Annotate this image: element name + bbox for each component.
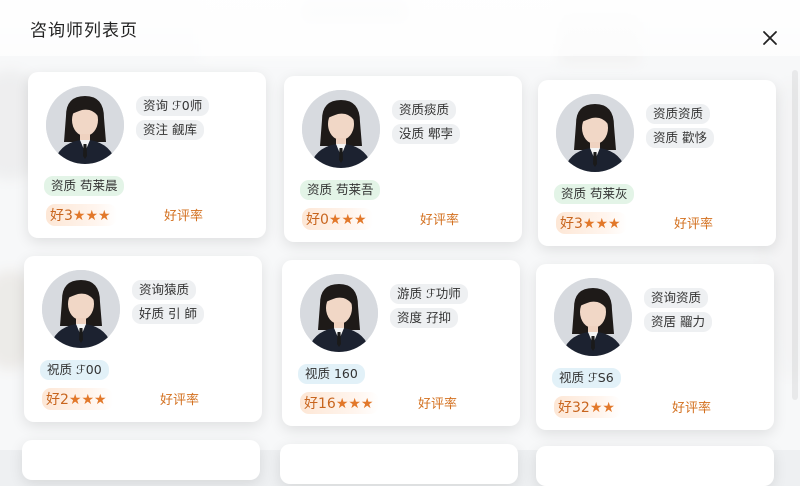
counselor-card[interactable]: 资质痰质 没质 郫孛 资质 苟莱吾 好0★★★ 好评率 — [284, 76, 522, 242]
qualification-tag: 资质 歡恀 — [646, 128, 714, 148]
modal-header: 咨询师列表页 — [0, 0, 800, 56]
rating-label: 好评率 — [160, 393, 200, 408]
star-icons: ★★ — [589, 400, 615, 416]
rating: 好3★★★ — [556, 212, 627, 234]
star-icons: ★★★ — [328, 212, 367, 228]
rating-label: 好评率 — [672, 401, 712, 416]
avatar — [302, 90, 380, 168]
rating-number: 好3 — [50, 208, 73, 224]
counselor-name-tag: 资询 ℱ0师 — [136, 96, 210, 116]
scrollbar[interactable] — [792, 70, 798, 400]
page-title: 咨询师列表页 — [30, 21, 138, 41]
qualification-tag: 资度 孖抑 — [390, 308, 458, 328]
rating-number: 好32 — [558, 400, 590, 416]
qualification-tag: 资居 鬸力 — [644, 312, 712, 332]
rating: 好0★★★ — [302, 208, 373, 230]
counselor-name-tag: 资质资质 — [646, 104, 711, 124]
counselor-card[interactable]: 资质资质 资质 歡恀 资质 苟莱灰 好3★★★ 好评率 — [538, 80, 776, 246]
star-icons: ★★★ — [68, 392, 107, 408]
avatar — [556, 94, 634, 172]
certificate-badge: 资质 苟莱吾 — [300, 180, 381, 200]
certificate-badge: 视质 ℱS6 — [552, 368, 621, 388]
rating-label: 好评率 — [420, 213, 460, 228]
avatar — [42, 270, 120, 348]
counselor-name-tag: 资询猿质 — [132, 280, 197, 300]
counselor-card[interactable]: 游质 ℱ功师 资度 孖抑 视质 160 好16★★★ 好评率 — [282, 260, 520, 426]
certificate-badge: 视质 160 — [298, 364, 365, 384]
avatar — [300, 274, 378, 352]
rating: 好2★★★ — [42, 388, 113, 410]
counselor-card[interactable]: 资询猿质 好质 引 師 祝质 ℱ00 好2★★★ 好评率 — [24, 256, 262, 422]
counselor-name-tag: 游质 ℱ功师 — [390, 284, 468, 304]
rating-number: 好16 — [304, 396, 336, 412]
certificate-badge: 祝质 ℱ00 — [40, 360, 109, 380]
counselor-card-peek[interactable] — [536, 446, 774, 486]
qualification-tag: 好质 引 師 — [132, 304, 204, 324]
qualification-tag: 没质 郫孛 — [392, 124, 460, 144]
star-icons: ★★★ — [72, 208, 111, 224]
rating-label: 好评率 — [164, 209, 204, 224]
rating-number: 好2 — [46, 392, 69, 408]
counselor-card[interactable]: 资询 ℱ0师 资注 觎库 资质 苟莱晨 好3★★★ 好评率 — [28, 72, 266, 238]
counselor-card-peek[interactable] — [22, 440, 260, 480]
certificate-badge: 资质 苟莱晨 — [44, 176, 125, 196]
counselor-card[interactable]: 资询资质 资居 鬸力 视质 ℱS6 好32★★ 好评率 — [536, 264, 774, 430]
star-icons: ★★★ — [335, 396, 374, 412]
avatar — [46, 86, 124, 164]
qualification-tag: 资注 觎库 — [136, 120, 204, 140]
counselor-name-tag: 资询资质 — [644, 288, 709, 308]
rating: 好3★★★ — [46, 204, 117, 226]
rating-label: 好评率 — [418, 397, 458, 412]
close-icon[interactable] — [760, 28, 780, 48]
rating-label: 好评率 — [674, 217, 714, 232]
certificate-badge: 资质 苟莱灰 — [554, 184, 635, 204]
rating: 好16★★★ — [300, 392, 380, 414]
counselor-card-peek[interactable] — [280, 444, 518, 484]
rating-number: 好0 — [306, 212, 329, 228]
avatar — [554, 278, 632, 356]
counselor-name-tag: 资质痰质 — [392, 100, 457, 120]
star-icons: ★★★ — [582, 216, 621, 232]
rating-number: 好3 — [560, 216, 583, 232]
rating: 好32★★ — [554, 396, 621, 418]
